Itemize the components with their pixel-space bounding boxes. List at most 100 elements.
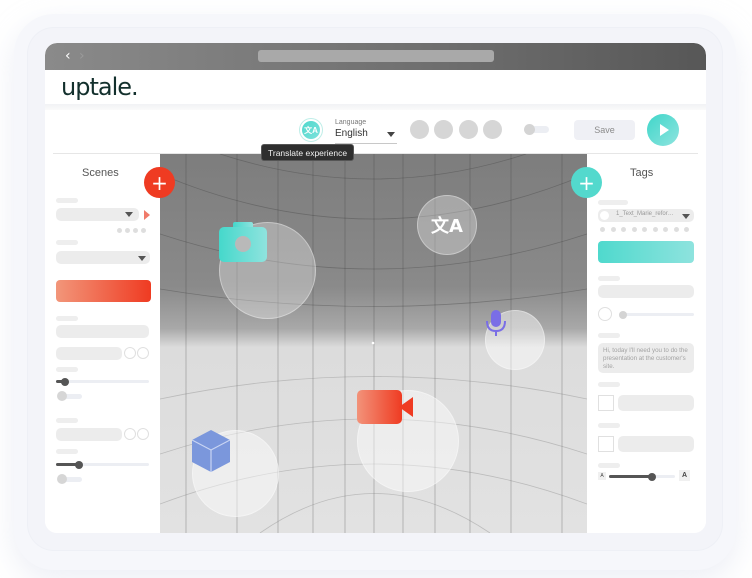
slider-fill <box>609 475 652 478</box>
camera-icon <box>219 222 267 262</box>
play-icon <box>660 124 669 136</box>
plus-icon: + <box>151 170 168 195</box>
scene-slider-1[interactable] <box>56 380 149 383</box>
browser-bar: ‹ › <box>45 43 706 70</box>
field-label <box>598 382 620 387</box>
field-label <box>598 200 628 205</box>
tag-opacity-slider[interactable] <box>620 313 694 316</box>
toolbar-placeholder-button[interactable] <box>483 120 502 139</box>
play-button[interactable] <box>647 114 679 146</box>
translate-bubble[interactable]: 文A <box>417 195 477 255</box>
slider-handle[interactable] <box>619 311 627 319</box>
pagination-dot[interactable] <box>684 227 689 232</box>
color-swatch[interactable] <box>124 428 136 440</box>
add-tag-button[interactable]: + <box>571 167 602 198</box>
pagination-dot[interactable] <box>600 227 605 232</box>
url-bar[interactable] <box>258 50 494 62</box>
toggle-knob <box>57 391 67 401</box>
microphone-icon <box>486 310 506 336</box>
field-label <box>598 423 620 428</box>
tag-radio[interactable] <box>600 211 609 220</box>
slider-handle[interactable] <box>648 473 656 481</box>
pagination-dot[interactable] <box>642 227 647 232</box>
tag-checkbox[interactable] <box>598 395 614 411</box>
play-scene-icon[interactable] <box>144 210 150 220</box>
tag-option-field[interactable] <box>618 436 694 452</box>
scene-toggle-1[interactable] <box>57 391 82 401</box>
toolbar-toggle[interactable] <box>524 124 549 135</box>
pagination-dot[interactable] <box>663 227 668 232</box>
toggle-knob <box>57 474 67 484</box>
field-label <box>56 367 78 372</box>
toolbar-placeholder-button[interactable] <box>434 120 453 139</box>
scenes-panel: Scenes <box>45 154 160 533</box>
tag-select-value: 1_Text_Marie_refor… <box>616 211 674 217</box>
3d-object-bubble[interactable] <box>192 430 279 517</box>
tag-option-field[interactable] <box>618 395 694 411</box>
tags-panel: Tags 1_Text_Marie_refor… Hi, today I'll … <box>587 154 706 533</box>
pagination-dot[interactable] <box>610 227 616 232</box>
back-icon[interactable]: ‹ <box>65 48 71 64</box>
forward-icon[interactable]: › <box>79 48 85 64</box>
translate-tooltip: Translate experience <box>261 144 355 161</box>
tag-name-field[interactable] <box>598 285 694 298</box>
chevron-down-icon[interactable] <box>387 132 395 137</box>
scene-toggle-2[interactable] <box>57 474 82 484</box>
microphone-bubble[interactable] <box>485 310 545 370</box>
pagination-dot[interactable] <box>133 228 138 233</box>
save-button[interactable]: Save <box>574 120 635 140</box>
pagination-dot[interactable] <box>141 228 146 233</box>
pagination-dot[interactable] <box>673 227 679 232</box>
slider-handle[interactable] <box>61 378 69 386</box>
language-select[interactable]: English <box>335 128 368 139</box>
field-label <box>598 276 620 281</box>
translate-button[interactable]: 文A <box>299 118 323 142</box>
field-label <box>598 333 620 338</box>
translate-icon: 文A <box>431 216 463 237</box>
tag-action-button[interactable] <box>598 241 694 263</box>
scene-color-field[interactable] <box>56 428 122 441</box>
scenes-title: Scenes <box>82 167 119 179</box>
font-size-small-icon[interactable]: A <box>598 472 606 480</box>
cube-icon <box>192 430 230 472</box>
tag-message-text[interactable]: Hi, today I'll need you to do the presen… <box>598 343 694 373</box>
field-label <box>56 418 78 423</box>
tag-radio[interactable] <box>598 307 612 321</box>
field-label <box>56 316 78 321</box>
plus-icon: + <box>578 170 595 195</box>
chevron-down-icon[interactable] <box>682 214 690 219</box>
chevron-down-icon[interactable] <box>125 212 133 217</box>
chevron-down-icon[interactable] <box>138 256 146 261</box>
app-screen: ‹ › uptale. 文A Language English Save 文A … <box>45 43 706 533</box>
field-label <box>598 463 620 468</box>
color-swatch[interactable] <box>137 347 149 359</box>
language-label: Language <box>335 119 367 126</box>
scene-text-field[interactable] <box>56 325 149 338</box>
pagination-dot[interactable] <box>117 228 122 233</box>
uptale-logo[interactable]: uptale. <box>61 73 139 101</box>
camera-bubble[interactable] <box>219 222 316 319</box>
pagination-dot[interactable] <box>621 227 626 232</box>
video-bubble[interactable] <box>357 390 459 492</box>
tag-checkbox[interactable] <box>598 436 614 452</box>
scene-color-field[interactable] <box>56 347 122 360</box>
field-label <box>56 198 78 203</box>
font-size-large-icon[interactable]: A <box>679 470 690 481</box>
pagination-dot[interactable] <box>652 227 658 232</box>
toggle-knob <box>524 124 535 135</box>
toolbar-placeholder-button[interactable] <box>410 120 429 139</box>
editor-toolbar: 文A Language English Save <box>45 110 706 154</box>
pagination-dot[interactable] <box>125 228 130 233</box>
video-camera-icon <box>357 390 413 424</box>
color-swatch[interactable] <box>124 347 136 359</box>
color-swatch[interactable] <box>137 428 149 440</box>
toolbar-placeholder-button[interactable] <box>459 120 478 139</box>
scene-action-button[interactable] <box>56 280 151 302</box>
add-scene-button[interactable]: + <box>144 167 175 198</box>
tags-title: Tags <box>630 167 654 179</box>
scene-type-select[interactable] <box>56 251 150 264</box>
app-header: uptale. <box>45 70 706 104</box>
scene-viewport[interactable]: 文A <box>160 154 587 533</box>
slider-handle[interactable] <box>75 461 83 469</box>
pagination-dot[interactable] <box>631 227 637 232</box>
